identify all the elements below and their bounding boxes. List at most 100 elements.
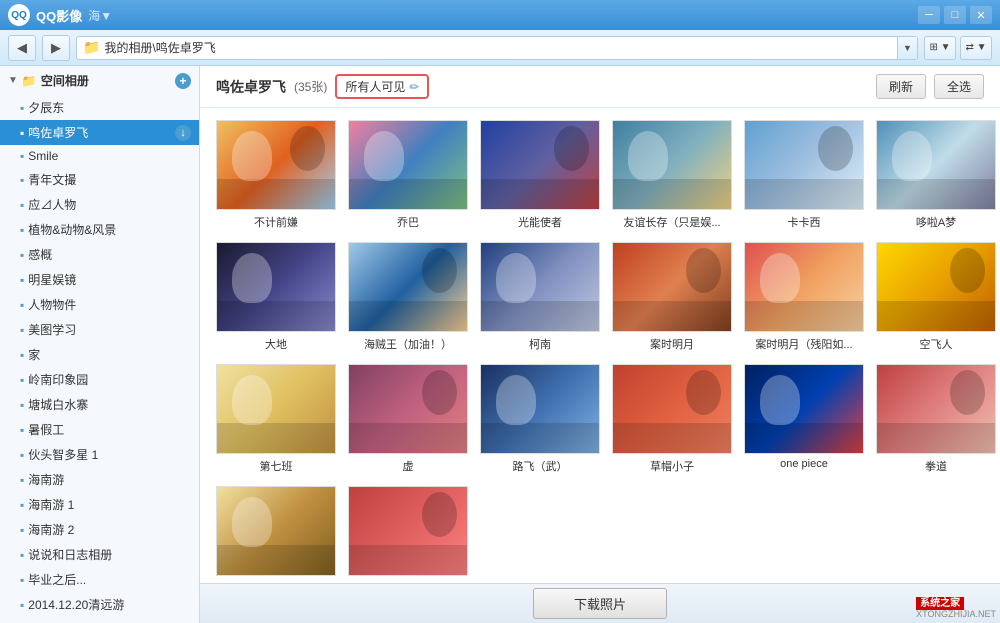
sidebar-item-hainanyou2[interactable]: ▪ 海南游 2 (0, 517, 199, 542)
photo-item[interactable]: one piece (744, 364, 864, 474)
forward-button[interactable]: ▶ (42, 35, 70, 61)
photo-item[interactable]: 乔巴 (348, 120, 468, 230)
photo-thumbnail[interactable] (744, 242, 864, 332)
photo-item[interactable]: 案时明月 (612, 242, 732, 352)
sidebar-item-renwu[interactable]: ▪ 人物物件 (0, 292, 199, 317)
sidebar-item-smile[interactable]: ▪ Smile (0, 145, 199, 167)
photo-caption: 草帽小子 (650, 458, 694, 474)
photo-caption: 光能使者 (518, 214, 562, 230)
add-album-button[interactable]: + (175, 73, 191, 89)
sidebar-item-2014[interactable]: ▪ 2014.12.20清远游 (0, 592, 199, 617)
photo-item[interactable]: 路飞（武） (480, 364, 600, 474)
photo-thumbnail[interactable] (216, 364, 336, 454)
sidebar-group-header[interactable]: ▼ 📁 空间相册 + (0, 68, 199, 93)
sidebar-item-huoban[interactable]: ▪ 伙头智多星 1 (0, 442, 199, 467)
photo-thumbnail[interactable] (876, 120, 996, 210)
photo-thumbnail[interactable] (348, 486, 468, 576)
sidebar-item-zhiwu[interactable]: ▪ 植物&动物&风景 (0, 217, 199, 242)
album-icon: ▪ (20, 126, 24, 140)
photo-thumbnail[interactable] (480, 120, 600, 210)
view-grid-button[interactable]: ⊞ ▼ (924, 36, 956, 60)
photo-thumbnail[interactable] (612, 242, 732, 332)
photo-thumbnail[interactable] (348, 120, 468, 210)
sidebar-item-qingnian[interactable]: ▪ 青年文撮 (0, 167, 199, 192)
sidebar-item-ganjue[interactable]: ▪ 感概 (0, 242, 199, 267)
select-all-button[interactable]: 全选 (934, 74, 984, 99)
sidebar-item-gucheng[interactable]: ▪ 塘城白水寨 (0, 392, 199, 417)
refresh-button[interactable]: 刷新 (876, 74, 926, 99)
photo-item[interactable]: 光能使者 (480, 120, 600, 230)
download-photos-button[interactable]: 下载照片 (533, 588, 667, 619)
album-icon: ▪ (20, 448, 24, 462)
minimize-button[interactable]: ─ (918, 6, 940, 24)
photo-thumbnail[interactable] (744, 364, 864, 454)
photo-caption: 拳道 (925, 458, 947, 474)
address-dropdown[interactable]: ▼ (897, 37, 917, 59)
sidebar-item-personalities[interactable]: ▪ Personalities (0, 617, 199, 623)
sidebar-item-meituxuexi[interactable]: ▪ 美图学习 (0, 317, 199, 342)
download-icon[interactable]: ↓ (175, 125, 191, 141)
photo-item[interactable]: 不计前嫌 (216, 120, 336, 230)
address-bar[interactable]: 📁 我的相册\鸣佐卓罗飞 ▼ (76, 36, 918, 60)
photo-item[interactable]: 海贼王（加油！） (348, 242, 468, 352)
photo-thumbnail[interactable] (216, 242, 336, 332)
sidebar-item-hainanyou[interactable]: ▪ 海南游 (0, 467, 199, 492)
photo-thumbnail[interactable] (876, 364, 996, 454)
photo-item[interactable]: 草帽小子 (612, 364, 732, 474)
photo-item[interactable]: 空飞人 (876, 242, 996, 352)
titlebar-left: QQ QQ影像 海▼ (8, 4, 112, 26)
sidebar-item-shujia[interactable]: ▪ 暑假工 (0, 417, 199, 442)
sidebar-item-xiadongxi[interactable]: ▪ 夕辰东 (0, 95, 199, 120)
photo-thumbnail[interactable] (216, 120, 336, 210)
close-button[interactable]: ✕ (970, 6, 992, 24)
sidebar-item-shuoshuo[interactable]: ▪ 说说和日志相册 (0, 542, 199, 567)
privacy-badge[interactable]: 所有人可见 ✏ (335, 74, 429, 99)
photo-item[interactable] (348, 486, 468, 580)
titlebar-menu[interactable]: 海▼ (88, 7, 112, 24)
photo-item[interactable] (216, 486, 336, 580)
photo-item[interactable]: 案时明月（残阳如... (744, 242, 864, 352)
sidebar-item-mingxing[interactable]: ▪ 明星娱镜 (0, 267, 199, 292)
photo-item[interactable]: 大地 (216, 242, 336, 352)
sidebar-group: ▼ 📁 空间相册 + (0, 66, 199, 95)
photo-thumbnail[interactable] (480, 242, 600, 332)
photo-caption: 案时明月 (650, 336, 694, 352)
photo-thumbnail[interactable] (480, 364, 600, 454)
nav-button[interactable]: ⇄ ▼ (960, 36, 992, 60)
photo-thumbnail[interactable] (612, 364, 732, 454)
photo-item[interactable]: 第七班 (216, 364, 336, 474)
sidebar-item-jia[interactable]: ▪ 家 (0, 342, 199, 367)
photo-thumbnail[interactable] (348, 242, 468, 332)
sidebar-item-yingrenwu[interactable]: ▪ 应⊿人物 (0, 192, 199, 217)
photo-thumbnail[interactable] (216, 486, 336, 576)
photo-thumbnail[interactable] (612, 120, 732, 210)
sidebar-item-biye[interactable]: ▪ 毕业之后... (0, 567, 199, 592)
album-icon: ▪ (20, 548, 24, 562)
sidebar-item-label: 应⊿人物 (28, 196, 191, 213)
back-button[interactable]: ◀ (8, 35, 36, 61)
photo-item[interactable]: 友谊长存（只是娱... (612, 120, 732, 230)
photo-caption: 海贼王（加油！） (364, 336, 452, 352)
address-text: 我的相册\鸣佐卓罗飞 (104, 39, 893, 56)
sidebar-item-mingzuo[interactable]: ▪ 鸣佐卓罗飞 ↓ (0, 120, 199, 145)
photo-grid-container[interactable]: 不计前嫌 乔巴 光能使者 (200, 108, 1000, 583)
photo-caption: 友谊长存（只是娱... (623, 214, 720, 230)
photo-item[interactable]: 哆啦A梦 (876, 120, 996, 230)
sidebar-item-label: 夕辰东 (28, 99, 191, 116)
photo-thumbnail[interactable] (744, 120, 864, 210)
titlebar: QQ QQ影像 海▼ ─ □ ✕ (0, 0, 1000, 30)
maximize-button[interactable]: □ (944, 6, 966, 24)
photo-item[interactable]: 卡卡西 (744, 120, 864, 230)
sidebar-item-lingnan[interactable]: ▪ 岭南印象园 (0, 367, 199, 392)
photo-item[interactable]: 柯南 (480, 242, 600, 352)
main-layout: ▼ 📁 空间相册 + ▪ 夕辰东 ▪ 鸣佐卓罗飞 ↓ ▪ Smile ▪ 青年文… (0, 66, 1000, 623)
sidebar-item-hainanyou1[interactable]: ▪ 海南游 1 (0, 492, 199, 517)
photo-thumbnail[interactable] (876, 242, 996, 332)
photo-item[interactable]: 拳道 (876, 364, 996, 474)
window-controls: ─ □ ✕ (918, 6, 992, 24)
photo-thumbnail[interactable] (348, 364, 468, 454)
photo-caption: 空飞人 (920, 336, 953, 352)
album-icon: ▪ (20, 298, 24, 312)
photo-item[interactable]: 虚 (348, 364, 468, 474)
edit-icon[interactable]: ✏ (409, 80, 419, 94)
